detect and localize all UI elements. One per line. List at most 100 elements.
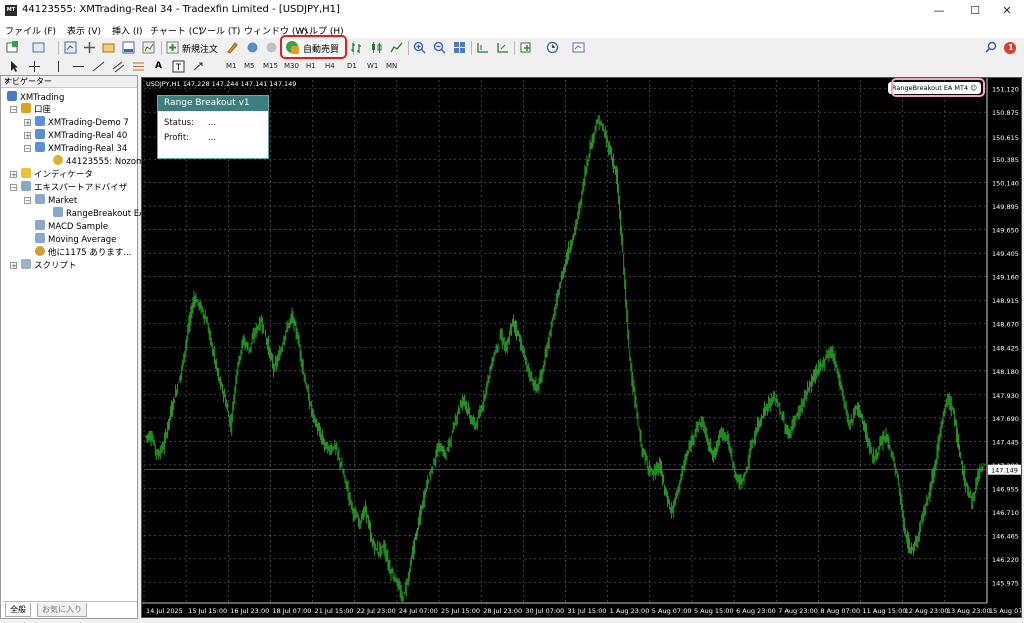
expander-indicators[interactable]: + xyxy=(10,171,17,179)
text-label-icon[interactable] xyxy=(172,60,185,73)
expander-real34[interactable]: − xyxy=(24,145,31,153)
y-tick-label: 150.615 xyxy=(992,134,1019,142)
tree-item-scripts[interactable]: スクリプト xyxy=(21,259,77,271)
strategy-tester-icon[interactable] xyxy=(142,41,155,54)
arrows-icon[interactable] xyxy=(192,60,205,73)
expander-scripts[interactable]: + xyxy=(10,262,17,270)
tree-item-xmtrading[interactable]: XMTrading xyxy=(7,91,64,103)
crosshair-icon[interactable] xyxy=(28,60,41,73)
x-tick-label: 15 Jul 15:00 xyxy=(188,607,227,615)
tree-item-accounts[interactable]: 口座 xyxy=(21,103,51,115)
indicators-icon[interactable] xyxy=(520,41,533,54)
navigator-icon[interactable] xyxy=(102,41,115,54)
metaeditor-icon[interactable] xyxy=(226,41,239,54)
maximize-button[interactable]: ☐ xyxy=(958,0,992,22)
expander-real40[interactable]: + xyxy=(24,132,31,140)
close-button[interactable]: ✕ xyxy=(990,0,1024,22)
tile-windows-icon[interactable] xyxy=(453,41,466,54)
horizontal-line-icon[interactable] xyxy=(72,60,85,73)
menu-chart[interactable]: チャート (C) xyxy=(150,24,202,37)
tree-item-server-real40[interactable]: XMTrading-Real 40 xyxy=(35,129,127,141)
templates-icon[interactable] xyxy=(572,41,585,54)
expander-accounts[interactable]: − xyxy=(10,106,17,114)
tf-d1[interactable]: D1 xyxy=(347,62,357,70)
tree-item-moving-average[interactable]: Moving Average xyxy=(35,233,116,245)
autoscroll-icon[interactable] xyxy=(496,41,509,54)
bar-chart-icon[interactable] xyxy=(350,41,363,54)
auto-trading-button[interactable]: 自動売買 xyxy=(280,35,347,59)
chart-shift-icon[interactable] xyxy=(476,41,489,54)
y-tick-label: 147.930 xyxy=(992,392,1019,400)
tf-m15[interactable]: M15 xyxy=(263,62,278,70)
zoom-out-icon[interactable] xyxy=(433,41,446,54)
server-icon xyxy=(35,142,45,152)
tree-item-macd-sample[interactable]: MACD Sample xyxy=(35,220,108,232)
market-watch-icon[interactable] xyxy=(64,41,77,54)
candlestick-icon[interactable] xyxy=(370,41,383,54)
search-icon[interactable] xyxy=(985,41,998,54)
tree-item-server-real34[interactable]: XMTrading-Real 34 xyxy=(35,142,127,154)
menu-insert[interactable]: 挿入 (I) xyxy=(112,24,143,37)
y-tick-label: 147.690 xyxy=(992,415,1019,423)
navigator-panel: ナビゲーター × XMTrading − 口座 + XMTrading-Demo… xyxy=(0,75,150,619)
cursor-icon[interactable] xyxy=(8,60,21,73)
tf-mn[interactable]: MN xyxy=(386,62,397,70)
tree-item-account-44123555[interactable]: 44123555: Nozomu xyxy=(53,155,150,167)
tf-w1[interactable]: W1 xyxy=(367,62,378,70)
equidistant-channel-icon[interactable] xyxy=(112,60,125,73)
menu-tools[interactable]: ツール (T) xyxy=(198,24,240,37)
y-tick-label: 146.710 xyxy=(992,509,1019,517)
vertical-line-icon[interactable] xyxy=(52,60,65,73)
zoom-in-icon[interactable] xyxy=(413,41,426,54)
market-icon[interactable] xyxy=(265,41,278,54)
tree-item-market[interactable]: Market xyxy=(35,194,77,206)
current-price-label: 147.149 xyxy=(991,467,1018,475)
signals-icon[interactable] xyxy=(246,41,259,54)
menu-file[interactable]: ファイル (F) xyxy=(5,24,56,37)
line-chart-icon[interactable] xyxy=(390,41,403,54)
y-tick-label: 150.875 xyxy=(992,109,1019,117)
terminal-icon[interactable] xyxy=(122,41,135,54)
tree-item-server-demo7[interactable]: XMTrading-Demo 7 xyxy=(35,116,129,128)
ea-status-value: ... xyxy=(208,118,217,128)
menu-view[interactable]: 表示 (V) xyxy=(67,24,101,37)
x-tick-label: 25 Jul 15:00 xyxy=(441,607,480,615)
new-order-icon[interactable] xyxy=(166,41,179,54)
window-title: 44123555: XMTrading-Real 34 - Tradexfin … xyxy=(22,4,340,15)
tree-item-indicators[interactable]: インディケータ xyxy=(21,168,93,180)
y-tick-label: 146.955 xyxy=(992,485,1019,493)
profiles-icon[interactable] xyxy=(32,41,45,54)
trendline-icon[interactable] xyxy=(92,60,105,73)
new-order-button[interactable]: 新規注文 xyxy=(182,42,218,55)
x-tick-label: 16 Jul 23:00 xyxy=(230,607,269,615)
navigator-close-button[interactable]: × xyxy=(4,76,134,85)
expander-experts[interactable]: − xyxy=(10,184,17,192)
periods-icon[interactable] xyxy=(546,41,559,54)
tab-favorites[interactable]: お気に入り xyxy=(37,603,87,617)
tf-m5[interactable]: M5 xyxy=(244,62,255,70)
tf-h4[interactable]: H4 xyxy=(325,62,335,70)
tf-m30[interactable]: M30 xyxy=(284,62,299,70)
chart-window[interactable]: 151.120 150.875 150.615 150.385 150.140 149.8… xyxy=(141,77,1022,618)
x-tick-label: 5 Aug 15:00 xyxy=(694,607,734,615)
tf-h1[interactable]: H1 xyxy=(306,62,316,70)
tree-item-rangebreakout-ea[interactable]: RangeBreakout EA xyxy=(53,207,145,219)
tree-item-expert-advisors[interactable]: エキスパートアドバイザ xyxy=(21,181,127,193)
y-tick-label: 145.975 xyxy=(992,579,1019,587)
minimize-button[interactable]: — xyxy=(922,0,956,22)
new-chart-icon[interactable] xyxy=(6,41,19,54)
expander-market[interactable]: − xyxy=(24,197,31,205)
data-window-icon[interactable] xyxy=(83,41,96,54)
tree-item-more-market[interactable]: 他に1175 あります... xyxy=(35,246,131,258)
tf-m1[interactable]: M1 xyxy=(226,62,237,70)
expander-demo7[interactable]: + xyxy=(24,119,31,127)
price-chart[interactable]: 151.120 150.875 150.615 150.385 150.140 149.8… xyxy=(142,78,1021,617)
y-tick-label: 149.650 xyxy=(992,227,1019,235)
terminal-root-icon xyxy=(7,91,17,101)
expert-advisor-icon xyxy=(53,207,63,217)
y-tick-label: 150.385 xyxy=(992,156,1019,164)
text-tool-icon[interactable]: A xyxy=(155,61,162,71)
tab-common[interactable]: 全般 xyxy=(5,603,31,617)
ea-status-label: Status: xyxy=(164,118,194,128)
fibonacci-icon[interactable] xyxy=(132,60,145,73)
